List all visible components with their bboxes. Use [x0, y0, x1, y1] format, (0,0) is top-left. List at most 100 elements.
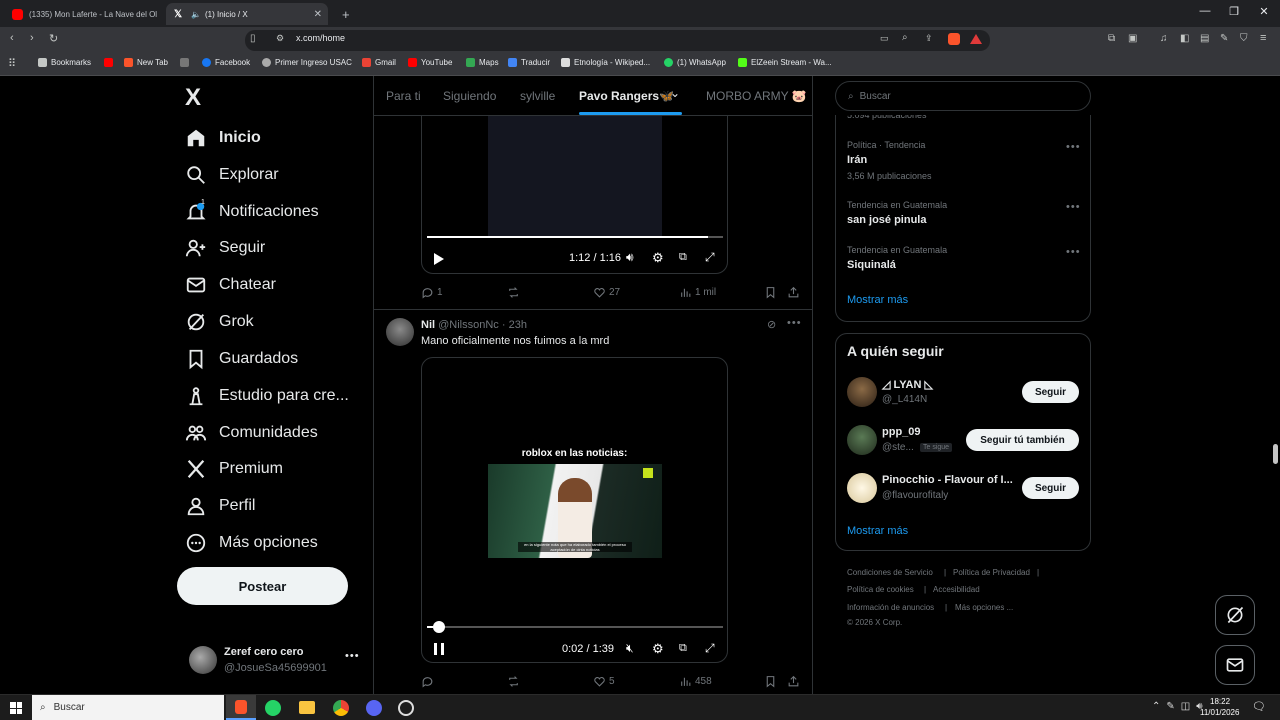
tab-for-you[interactable]: Para ti — [386, 89, 421, 103]
close-tab-icon[interactable]: ✕ — [314, 9, 322, 20]
share-button[interactable] — [787, 286, 803, 299]
follow-handle[interactable]: @ste... — [882, 442, 914, 453]
bookmark-item[interactable]: Maps — [466, 58, 499, 67]
tab-x[interactable]: 𝕏 🔈 (1) Inicio / X ✕ — [166, 3, 328, 25]
x-logo[interactable]: X — [185, 84, 201, 112]
footer-link[interactable]: Política de cookies — [847, 585, 914, 594]
more-options-icon[interactable]: ••• — [1066, 201, 1081, 213]
brave-app-icon[interactable] — [226, 695, 256, 720]
maximize-icon[interactable]: ❐ — [1219, 5, 1249, 18]
translate-icon[interactable]: ✎ — [1220, 33, 1228, 44]
account-switcher[interactable]: Zeref cero cero @JosueSa45699901 ••• — [185, 642, 365, 682]
chrome-app-icon[interactable] — [333, 700, 349, 716]
trend-item[interactable]: Siquinalá — [847, 259, 896, 271]
tab-following[interactable]: Siguiendo — [443, 89, 496, 103]
bookmark-item[interactable]: (1) WhatsApp — [664, 58, 726, 67]
repost-button[interactable] — [507, 286, 523, 299]
bookmark-item[interactable]: ElZeein Stream - Wa... — [738, 58, 832, 67]
views-button[interactable]: 1 mil — [679, 286, 716, 299]
bookmark-item[interactable]: Primer Ingreso USAC — [262, 58, 352, 67]
pip-icon[interactable]: ⧉ — [679, 251, 687, 264]
like-button[interactable]: 27 — [593, 286, 620, 299]
share-icon[interactable]: ⇪ — [925, 33, 933, 44]
follow-handle[interactable]: @_L414N — [882, 394, 927, 405]
nav-grok[interactable]: Grok — [185, 307, 254, 337]
vpn-icon[interactable]: ⛉ — [1240, 33, 1248, 44]
footer-link[interactable]: Condiciones de Servicio — [847, 568, 933, 577]
brave-rewards-icon[interactable] — [970, 34, 982, 44]
progress-track[interactable] — [427, 626, 723, 628]
apps-icon[interactable]: ⠿ — [8, 57, 16, 70]
avatar[interactable] — [847, 473, 877, 503]
fullscreen-icon[interactable]: ⤢ — [705, 250, 715, 265]
bookmark-item[interactable] — [104, 58, 117, 67]
search-input[interactable]: ⌕ Buscar — [835, 81, 1091, 111]
tab-sylville[interactable]: sylville — [520, 89, 555, 103]
nav-chat[interactable]: Chatear — [185, 270, 276, 300]
post-button[interactable]: Postear — [177, 567, 348, 605]
video-player[interactable]: roblox en las noticias: en la siguiente … — [421, 357, 728, 663]
views-button[interactable]: 458 — [679, 675, 712, 688]
messages-fab[interactable] — [1215, 645, 1255, 685]
volume-icon[interactable]: 🔊︎ — [626, 250, 634, 265]
notification-center-icon[interactable]: 🗨︎ — [1252, 700, 1266, 713]
bookmark-item[interactable]: Bookmarks — [38, 58, 91, 67]
sidebar-icon[interactable]: ◧ — [1180, 33, 1189, 44]
show-more-link[interactable]: Mostrar más — [847, 525, 908, 537]
bookmark-item[interactable]: New Tab — [124, 58, 168, 67]
more-options-icon[interactable]: ••• — [787, 317, 802, 329]
tab-morbo-army[interactable]: MORBO ARMY 🐷 — [706, 89, 807, 103]
footer-link[interactable]: Información de anuncios — [847, 603, 934, 612]
nav-follow[interactable]: Seguir — [185, 233, 265, 263]
back-icon[interactable]: ‹ — [10, 32, 14, 44]
nav-creator-studio[interactable]: Estudio para cre... — [185, 381, 349, 411]
follow-name[interactable]: Pinocchio - Flavour of I... — [882, 474, 1013, 486]
follow-name[interactable]: ppp_09 — [882, 426, 921, 438]
tab-search-icon[interactable]: ▣ — [1128, 33, 1137, 44]
author-handle[interactable]: @NilssonNc · 23h — [438, 319, 527, 331]
reply-button[interactable]: 1 — [421, 286, 443, 299]
bookmark-button[interactable] — [764, 675, 780, 688]
fullscreen-icon[interactable]: ⤢ — [705, 641, 715, 656]
nav-explore[interactable]: Explorar — [185, 160, 279, 190]
trend-item[interactable]: Irán — [847, 154, 867, 166]
bookmark-item[interactable]: YouTube — [408, 58, 452, 67]
scrollbar[interactable] — [1270, 76, 1280, 694]
progress-handle[interactable] — [432, 621, 445, 633]
follow-handle[interactable]: @flavourofitaly — [882, 490, 948, 501]
chevron-down-icon[interactable]: ⌄ — [670, 86, 680, 100]
whatsapp-app-icon[interactable] — [265, 700, 281, 716]
cast-icon[interactable]: ▭ — [880, 33, 889, 44]
brave-shield-icon[interactable] — [948, 33, 960, 45]
wallet-icon[interactable]: ▤ — [1200, 33, 1209, 44]
new-tab-button[interactable]: + — [334, 3, 350, 25]
avatar[interactable] — [847, 377, 877, 407]
more-options-icon[interactable]: ••• — [1066, 141, 1081, 153]
reload-icon[interactable]: ↻ — [49, 32, 58, 45]
pause-icon[interactable] — [434, 643, 444, 655]
nav-premium[interactable]: Premium — [185, 454, 283, 484]
clock-date[interactable]: 11/01/2026 — [1200, 708, 1239, 717]
settings-icon[interactable]: ⚙ — [652, 250, 664, 266]
forward-icon[interactable]: › — [30, 32, 34, 44]
nav-communities[interactable]: Comunidades — [185, 418, 318, 448]
footer-link[interactable]: Accesibilidad — [933, 585, 980, 594]
play-icon[interactable] — [434, 253, 444, 265]
menu-icon[interactable]: ≡ — [1260, 32, 1266, 44]
follow-back-button[interactable]: Seguir tú también — [966, 429, 1079, 451]
bookmark-item[interactable]: Facebook — [202, 58, 250, 67]
bookmark-item[interactable]: Gmail — [362, 58, 396, 67]
follow-button[interactable]: Seguir — [1022, 381, 1079, 403]
scroll-thumb[interactable] — [1273, 444, 1278, 464]
avatar[interactable] — [386, 318, 414, 346]
nav-home[interactable]: Inicio — [185, 123, 261, 153]
file-explorer-icon[interactable] — [299, 701, 315, 714]
extensions-icon[interactable]: ⧉ — [1108, 33, 1115, 44]
zoom-icon[interactable]: ⌕ — [902, 32, 908, 43]
nav-bookmarks[interactable]: Guardados — [185, 344, 298, 374]
taskbar-search[interactable]: ⌕ Buscar — [32, 695, 224, 720]
bookmark-item[interactable]: Etnología - Wikiped... — [561, 58, 650, 67]
minimize-icon[interactable]: — — [1190, 5, 1220, 17]
bookmark-item[interactable]: Traducir — [508, 58, 550, 67]
discord-app-icon[interactable] — [366, 700, 382, 716]
